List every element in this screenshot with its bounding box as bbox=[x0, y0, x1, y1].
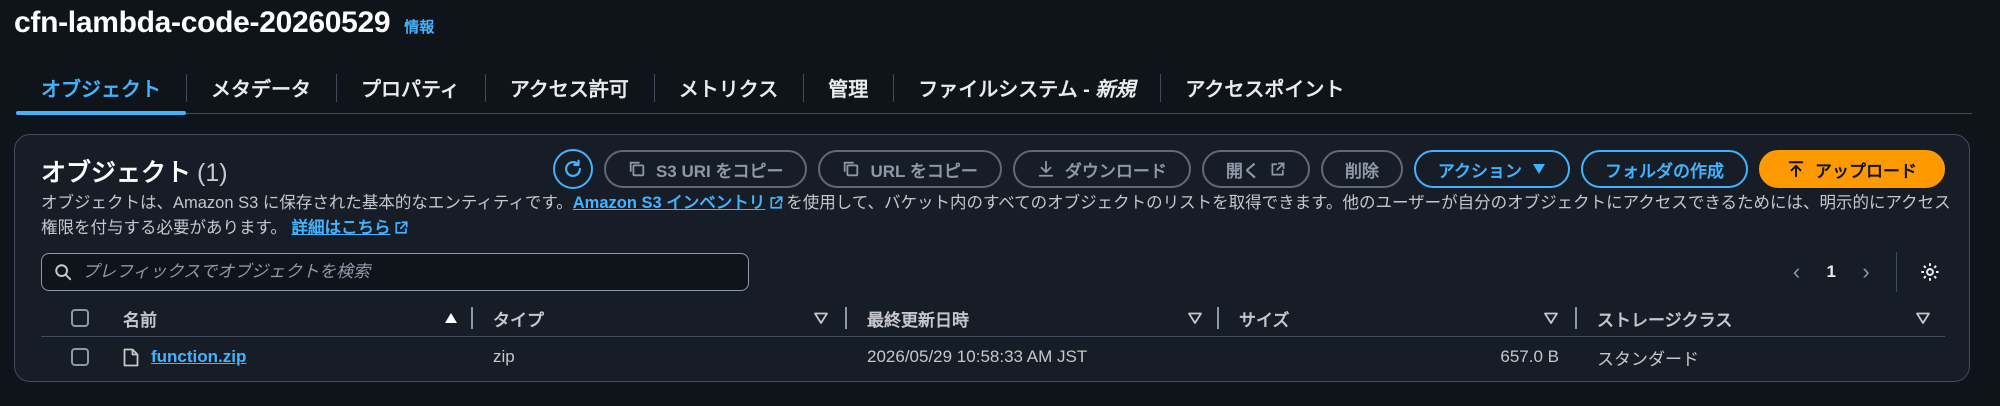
bucket-tabs: オブジェクト メタデータ プロパティ アクセス許可 メトリクス 管理 ファイルシ… bbox=[16, 62, 1972, 115]
upload-button[interactable]: アップロード bbox=[1759, 150, 1945, 188]
copy-icon bbox=[629, 161, 645, 177]
column-header-size[interactable]: サイズ bbox=[1239, 299, 1290, 337]
external-link-icon bbox=[1271, 162, 1285, 176]
row-checkbox[interactable] bbox=[71, 348, 89, 366]
object-name-cell: function.zip bbox=[151, 338, 246, 376]
sort-ascending-icon[interactable] bbox=[443, 310, 459, 326]
caret-down-icon[interactable] bbox=[1915, 310, 1931, 326]
tab-properties[interactable]: プロパティ bbox=[336, 62, 485, 113]
objects-description: オブジェクトは、Amazon S3 に保存された基本的なエンティティです。Ama… bbox=[41, 191, 1961, 241]
current-page[interactable]: 1 bbox=[1827, 262, 1836, 282]
tab-file-systems-label: ファイルシステム - bbox=[918, 79, 1096, 101]
download-icon bbox=[1038, 160, 1054, 177]
prev-page-icon[interactable]: ‹ bbox=[1789, 259, 1805, 285]
object-size-cell: 657.0 B bbox=[1500, 347, 1559, 366]
delete-button[interactable]: 削除 bbox=[1320, 150, 1403, 188]
external-link-icon bbox=[770, 196, 783, 209]
learn-more-link[interactable]: 詳細はこちら bbox=[291, 219, 390, 237]
tab-access-points[interactable]: アクセスポイント bbox=[1160, 62, 1369, 113]
copy-s3-uri-label: S3 URI をコピー bbox=[655, 161, 784, 181]
pagination: ‹ 1 › bbox=[1789, 251, 1941, 293]
s3-bucket-page: cfn-lambda-code-20260529 情報 オブジェクト メタデータ… bbox=[0, 0, 2000, 406]
copy-url-label: URL をコピー bbox=[870, 161, 978, 181]
tab-objects[interactable]: オブジェクト bbox=[16, 62, 186, 115]
info-link[interactable]: 情報 bbox=[404, 16, 434, 37]
column-header-last-modified[interactable]: 最終更新日時 bbox=[867, 299, 969, 337]
panel-title-text: オブジェクト bbox=[41, 159, 192, 187]
select-all-checkbox[interactable] bbox=[71, 309, 89, 327]
copy-url-button[interactable]: URL をコピー bbox=[818, 150, 1002, 188]
open-button[interactable]: 開く bbox=[1201, 150, 1310, 188]
copy-icon bbox=[844, 161, 859, 177]
caret-down-icon[interactable] bbox=[813, 310, 829, 326]
objects-toolbar: S3 URI をコピー URL をコピー ダウンロード 開く 削除 アクション … bbox=[552, 149, 1945, 189]
search-input[interactable] bbox=[82, 262, 736, 282]
object-last-modified-cell: 2026/05/29 10:58:33 AM JST bbox=[867, 347, 1088, 366]
column-divider[interactable] bbox=[471, 307, 473, 329]
copy-s3-uri-button[interactable]: S3 URI をコピー bbox=[603, 150, 808, 188]
objects-table-header: 名前 タイプ 最終更新日時 サイズ ストレージクラス bbox=[41, 299, 1945, 337]
objects-panel-title: オブジェクト (1) bbox=[41, 153, 228, 189]
tab-metrics[interactable]: メトリクス bbox=[653, 62, 803, 113]
delete-label: 削除 bbox=[1344, 161, 1379, 181]
create-folder-button[interactable]: フォルダの作成 bbox=[1581, 150, 1748, 188]
column-header-storage-class[interactable]: ストレージクラス bbox=[1597, 299, 1732, 337]
gear-icon[interactable] bbox=[1919, 261, 1941, 283]
download-label: ダウンロード bbox=[1064, 161, 1167, 181]
object-name-link[interactable]: function.zip bbox=[151, 347, 246, 367]
tab-file-systems[interactable]: ファイルシステム - 新規 bbox=[893, 62, 1160, 113]
create-folder-label: フォルダの作成 bbox=[1605, 161, 1724, 181]
upload-icon bbox=[1788, 161, 1804, 178]
column-header-name[interactable]: 名前 bbox=[123, 299, 157, 337]
refresh-button[interactable] bbox=[552, 149, 593, 189]
bucket-title: cfn-lambda-code-20260529 bbox=[14, 6, 391, 39]
object-search bbox=[41, 253, 749, 291]
objects-panel-header: オブジェクト (1) S3 URI をコピー URL をコピー ダウンロード 開… bbox=[41, 149, 1945, 189]
refresh-icon bbox=[565, 159, 581, 177]
description-text-1: オブジェクトは、Amazon S3 に保存された基本的なエンティティです。 bbox=[41, 194, 573, 212]
column-header-type[interactable]: タイプ bbox=[493, 299, 544, 337]
new-badge: 新規 bbox=[1095, 79, 1136, 101]
column-divider[interactable] bbox=[1217, 307, 1219, 329]
tab-metadata[interactable]: メタデータ bbox=[186, 62, 336, 113]
download-button[interactable]: ダウンロード bbox=[1012, 150, 1191, 188]
caret-down-icon[interactable] bbox=[1543, 310, 1559, 326]
inventory-link[interactable]: Amazon S3 インベントリ bbox=[573, 194, 766, 212]
open-label: 開く bbox=[1225, 161, 1260, 181]
next-page-icon[interactable]: › bbox=[1858, 259, 1874, 285]
caret-down-icon bbox=[1533, 164, 1545, 174]
object-storage-class-cell: スタンダード bbox=[1597, 349, 1699, 369]
column-divider[interactable] bbox=[845, 307, 847, 329]
pagination-divider bbox=[1896, 252, 1897, 292]
upload-label: アップロード bbox=[1815, 161, 1917, 181]
table-row: function.zip zip 2026/05/29 10:58:33 AM … bbox=[41, 338, 1945, 376]
file-icon bbox=[123, 348, 139, 367]
actions-dropdown-button[interactable]: アクション bbox=[1413, 150, 1570, 188]
column-divider[interactable] bbox=[1575, 307, 1577, 329]
tab-permissions[interactable]: アクセス許可 bbox=[484, 62, 654, 113]
caret-down-icon[interactable] bbox=[1187, 310, 1203, 326]
actions-label: アクション bbox=[1437, 161, 1522, 181]
object-count: (1) bbox=[197, 159, 228, 187]
object-type-cell: zip bbox=[493, 347, 515, 366]
objects-panel: オブジェクト (1) S3 URI をコピー URL をコピー ダウンロード 開… bbox=[14, 134, 1970, 382]
search-icon bbox=[55, 264, 72, 281]
external-link-icon bbox=[395, 221, 409, 234]
bucket-header: cfn-lambda-code-20260529 情報 bbox=[14, 2, 434, 44]
tab-management[interactable]: 管理 bbox=[803, 62, 893, 113]
